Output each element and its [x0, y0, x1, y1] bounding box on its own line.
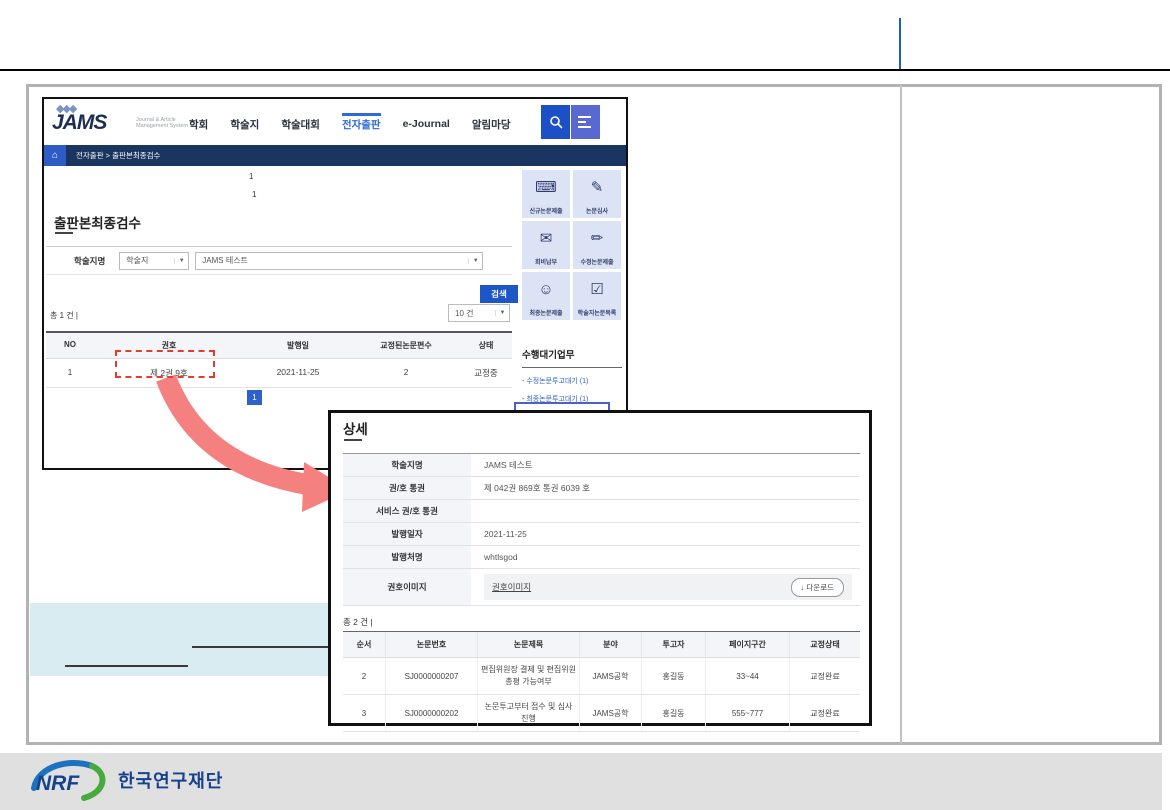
download-button[interactable]: ↓ 다운로드	[791, 578, 844, 597]
frame-column-divider	[900, 85, 902, 744]
result-count: 총 1 건 |	[50, 310, 78, 321]
red-arrow	[138, 372, 353, 527]
breadcrumb: 전자출판 > 출판본최종검수	[76, 150, 160, 161]
journal-type-select[interactable]: 학술지 ▼	[119, 252, 189, 270]
hamburger-icon	[578, 116, 591, 118]
note-underline-2	[65, 665, 188, 667]
field-publisher: 발행처명 whtlsgod	[343, 546, 860, 569]
article-title-link[interactable]: 편집위원장 결제 및 편집위원총평 가능여부	[477, 658, 579, 694]
search-icon	[549, 115, 563, 129]
checklist-pencil-icon: ☑	[590, 272, 603, 308]
highlight-dashed-box	[115, 350, 215, 378]
app-header: ◆◆◆ JAMS Journal & Article Management Sy…	[44, 99, 626, 145]
search-button[interactable]	[541, 105, 570, 139]
nav-item-ejournal[interactable]: e-Journal	[403, 114, 450, 130]
paper-quill-icon: ✉	[540, 221, 553, 257]
tile-membership-fee[interactable]: ✉ 회비납부	[522, 221, 570, 269]
articles-table-header: 순서 논문번호 논문제목 분야 투고자 페이지구간 교정상태	[343, 631, 860, 658]
memo-pencil-icon: ✏	[591, 221, 604, 257]
tile-new-submission[interactable]: ⌨ 신규논문제출	[522, 170, 570, 218]
detail-fields-table: 학술지명 JAMS 테스트 권/호 통권 제 042권 869호 통권 6039…	[343, 453, 860, 606]
field-volume-issue: 권/호 통권 제 042권 869호 통권 6039 호	[343, 477, 860, 500]
note-underline-1	[192, 646, 328, 648]
popup-title-underline	[344, 439, 362, 441]
hamburger-menu-button[interactable]	[571, 105, 600, 139]
search-submit-button[interactable]: 검색	[480, 285, 518, 303]
tile-journal-article-list[interactable]: ☑ 학술지논문목록	[573, 272, 621, 320]
stray-mark-1: 1	[249, 172, 253, 181]
article-title-link[interactable]: 논문투고부터 접수 및 심사 진행	[477, 695, 579, 731]
detail-popup: 상세 학술지명 JAMS 테스트 권/호 통권 제 042권 869호 통권 6…	[328, 410, 872, 726]
field-publish-date: 발행일자 2021-11-25	[343, 523, 860, 546]
field-issue-image: 권호이미지 권호이미지 ↓ 다운로드	[343, 569, 860, 606]
search-form: 학술지명 학술지 ▼ JAMS 테스트 ▼	[46, 246, 512, 275]
title-underline	[55, 232, 73, 234]
article-count: 총 2 건 |	[343, 616, 373, 628]
article-row: 3 SJ0000000202 논문투고부터 접수 및 심사 진행 JAMS공학 …	[343, 695, 860, 732]
nav-item-haksulji[interactable]: 학술지	[230, 113, 259, 132]
chevron-down-icon: ▼	[174, 258, 188, 264]
chevron-down-icon: ▼	[495, 310, 509, 316]
article-row: 2 SJ0000000207 편집위원장 결제 및 편집위원총평 가능여부 JA…	[343, 658, 860, 695]
logo-text: JAMS	[52, 113, 106, 133]
page-size-select[interactable]: 10 건 ▼	[448, 304, 510, 322]
articles-table: 순서 논문번호 논문제목 분야 투고자 페이지구간 교정상태 2 SJ00000…	[343, 631, 860, 732]
bulb-pencil-icon: ✎	[591, 170, 604, 206]
nav-item-hakhoe[interactable]: 학회	[189, 113, 208, 132]
breadcrumb-bar: ⌂ 전자출판 > 출판본최종검수	[44, 145, 626, 166]
nav-item-notice[interactable]: 알림마당	[472, 113, 511, 132]
chevron-down-icon: ▼	[468, 258, 482, 264]
field-service-volume: 서비스 권/호 통권	[343, 500, 860, 523]
main-nav: 학회 학술지 학술대회 전자출판 e-Journal 알림마당	[189, 99, 511, 145]
file-strip: 권호이미지 ↓ 다운로드	[484, 574, 852, 600]
quick-menu: ⌨ 신규논문제출 ✎ 논문심사 ✉ 회비납부 ✏ 수정논문제출 ☺ 최종논문제출…	[522, 170, 624, 320]
tile-final-submission[interactable]: ☺ 최종논문제출	[522, 272, 570, 320]
tile-revised-submission[interactable]: ✏ 수정논문제출	[573, 221, 621, 269]
keyboard-hand-icon: ⌨	[535, 170, 557, 206]
journal-name-select[interactable]: JAMS 테스트 ▼	[195, 252, 483, 270]
pending-tasks: 수행대기업무 -수정논문투고대기 (1) -최종논문투고대기 (1)	[522, 347, 622, 404]
faces-check-icon: ☺	[538, 272, 553, 308]
pending-task-revised[interactable]: -수정논문투고대기 (1)	[522, 376, 622, 386]
svg-text:NRF: NRF	[36, 772, 80, 795]
logo-subtitle: Journal & Article Management System	[136, 117, 188, 129]
nrf-swoosh-icon: NRF	[28, 758, 110, 802]
pending-tasks-title: 수행대기업무	[522, 347, 622, 368]
issue-image-link[interactable]: 권호이미지	[492, 581, 531, 593]
field-journal-name: 학술지명 JAMS 테스트	[343, 454, 860, 477]
footer-org-name: 한국연구재단	[118, 767, 223, 793]
stray-mark-2: 1	[252, 190, 256, 199]
journal-name-label: 학술지명	[74, 255, 105, 267]
tile-paper-review[interactable]: ✎ 논문심사	[573, 170, 621, 218]
popup-title: 상세	[343, 418, 368, 438]
nav-item-haksuldaehoe[interactable]: 학술대회	[281, 113, 320, 132]
home-icon[interactable]: ⌂	[44, 145, 66, 166]
nrf-logo: NRF 한국연구재단	[28, 758, 223, 802]
caret-mark	[899, 18, 901, 69]
page-title: 출판본최종검수	[54, 212, 141, 232]
page-canvas: ◆◆◆ JAMS Journal & Article Management Sy…	[0, 0, 1170, 810]
top-divider-line	[0, 69, 1170, 71]
jams-logo[interactable]: ◆◆◆ JAMS	[52, 105, 106, 133]
nav-item-ejeonjachulpan[interactable]: 전자출판	[342, 113, 381, 132]
